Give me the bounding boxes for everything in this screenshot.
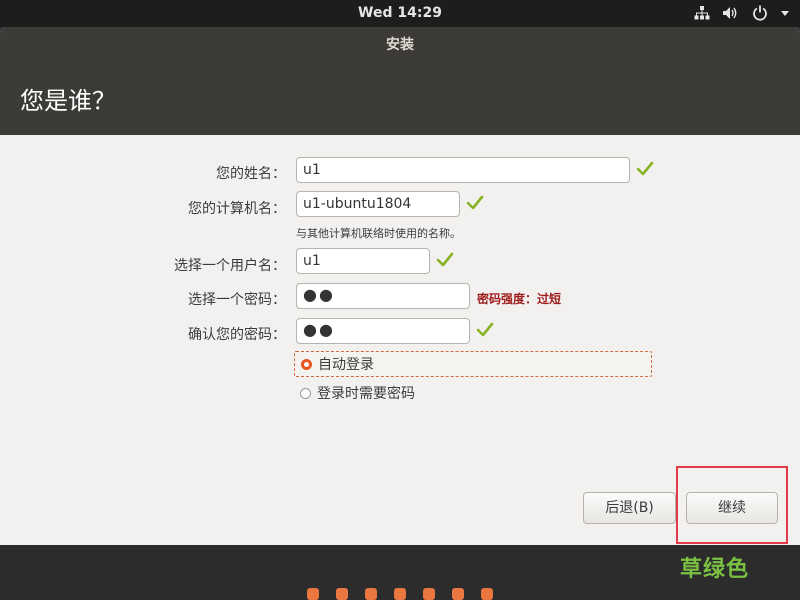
valid-check-icon xyxy=(636,161,654,176)
computer-name-hint: 与其他计算机联络时使用的名称。 xyxy=(296,227,461,240)
name-field[interactable]: u1 xyxy=(296,157,630,183)
computer-name-field[interactable]: u1-ubuntu1804 xyxy=(296,191,460,217)
clock[interactable]: Wed 14:29 xyxy=(0,5,800,21)
auto-login-option[interactable]: 自动登录 xyxy=(294,351,652,377)
volume-icon[interactable] xyxy=(722,5,740,21)
require-password-label: 登录时需要密码 xyxy=(317,386,415,402)
back-button[interactable]: 后退(B) xyxy=(583,492,676,524)
password-strength: 密码强度：过短 xyxy=(477,292,562,306)
confirm-password-label: 确认您的密码： xyxy=(188,327,286,343)
progress-indicator xyxy=(307,588,493,600)
name-label: 您的姓名： xyxy=(216,166,286,182)
power-icon[interactable] xyxy=(752,5,768,21)
progress-dot xyxy=(423,588,435,600)
radio-selected-icon[interactable] xyxy=(301,358,312,370)
progress-dot xyxy=(394,588,406,600)
progress-dot xyxy=(452,588,464,600)
progress-dot xyxy=(481,588,493,600)
valid-check-icon xyxy=(476,322,494,337)
auto-login-label: 自动登录 xyxy=(318,357,374,373)
progress-dot xyxy=(307,588,319,600)
require-password-option[interactable]: 登录时需要密码 xyxy=(294,380,652,406)
radio-unselected-icon[interactable] xyxy=(300,387,311,399)
window-titlebar: 安装 您是谁？ xyxy=(0,27,800,135)
password-field[interactable]: ●● xyxy=(296,283,470,309)
valid-check-icon xyxy=(466,195,484,210)
progress-dot xyxy=(336,588,348,600)
network-icon[interactable] xyxy=(694,5,710,21)
progress-dot xyxy=(365,588,377,600)
chevron-down-icon[interactable] xyxy=(780,8,790,18)
confirm-password-field[interactable]: ●● xyxy=(296,318,470,344)
username-field[interactable]: u1 xyxy=(296,248,430,274)
annotation-text: 草绿色 xyxy=(680,557,750,582)
top-bar: Wed 14:29 xyxy=(0,0,800,27)
computer-name-label: 您的计算机名： xyxy=(188,201,286,217)
username-label: 选择一个用户名： xyxy=(174,258,286,274)
window-title: 安装 xyxy=(386,37,414,53)
password-label: 选择一个密码： xyxy=(188,292,286,308)
page-title: 您是谁？ xyxy=(20,87,116,115)
system-tray[interactable] xyxy=(694,4,790,22)
valid-check-icon xyxy=(436,252,454,267)
highlight-box xyxy=(676,466,788,544)
